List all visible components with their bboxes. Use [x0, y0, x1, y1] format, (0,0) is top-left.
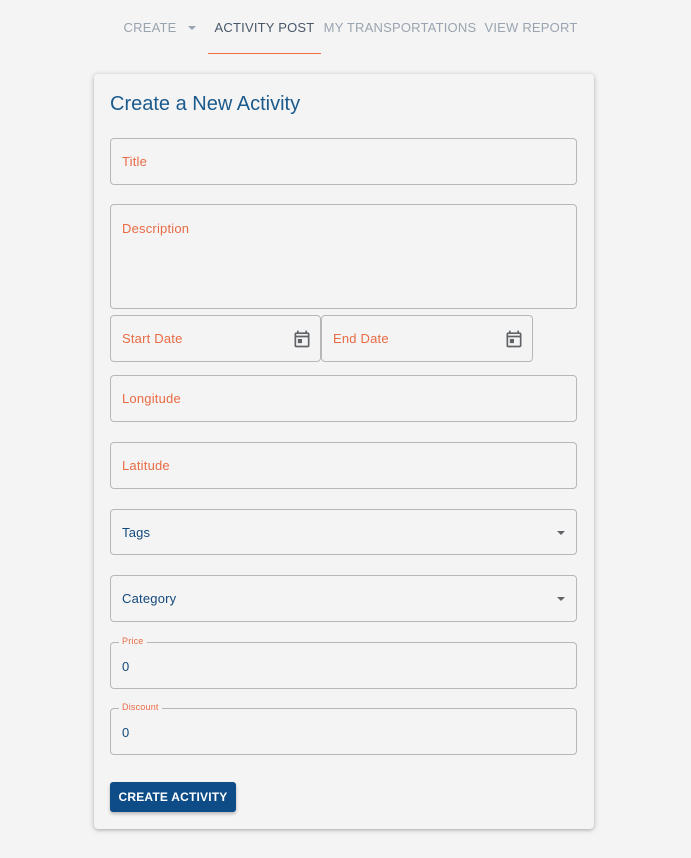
chevron-down-icon [557, 531, 565, 535]
page-title: Create a New Activity [110, 93, 301, 115]
calendar-icon[interactable] [504, 329, 524, 349]
top-nav: CREATE ACTIVITY POST MY TRANSPORTATIONS … [0, 0, 691, 54]
tab-my-transportations[interactable]: MY TRANSPORTATIONS [321, 0, 479, 54]
create-activity-card: Create a New Activity Title Description … [94, 74, 594, 829]
start-date-field-label: Start Date [122, 331, 183, 346]
start-date-field[interactable]: Start Date [110, 315, 321, 362]
tab-create-label: CREATE [123, 19, 177, 35]
title-field-label: Title [122, 154, 148, 169]
calendar-icon[interactable] [292, 329, 312, 349]
chevron-down-icon [188, 26, 197, 30]
create-activity-button[interactable]: CREATE ACTIVITY [110, 782, 236, 812]
latitude-field-label: Latitude [122, 458, 170, 473]
price-value: 0 [122, 659, 130, 674]
longitude-field[interactable]: Longitude [110, 375, 577, 422]
chevron-down-icon [557, 597, 565, 601]
title-field[interactable]: Title [110, 138, 577, 185]
tab-view-report-label: VIEW REPORT [484, 19, 578, 35]
tab-create[interactable]: CREATE [112, 0, 208, 54]
category-select-label: Category [122, 591, 177, 606]
description-field[interactable]: Description [110, 204, 577, 309]
tab-my-transportations-label: MY TRANSPORTATIONS [323, 19, 477, 35]
latitude-field[interactable]: Latitude [110, 442, 577, 489]
discount-field[interactable]: Discount 0 [110, 702, 577, 755]
tags-select[interactable]: Tags [110, 509, 577, 555]
category-select[interactable]: Category [110, 575, 577, 622]
description-field-label: Description [122, 221, 190, 236]
price-field-label: Price [119, 636, 147, 646]
discount-field-label: Discount [119, 702, 162, 712]
discount-value: 0 [122, 725, 130, 740]
end-date-field[interactable]: End Date [321, 315, 533, 362]
tags-select-label: Tags [122, 525, 151, 540]
tab-activity-post-label: ACTIVITY POST [214, 19, 315, 35]
end-date-field-label: End Date [333, 331, 389, 346]
tab-view-report[interactable]: VIEW REPORT [479, 0, 583, 54]
tab-activity-post[interactable]: ACTIVITY POST [208, 0, 321, 54]
longitude-field-label: Longitude [122, 391, 181, 406]
price-field[interactable]: Price 0 [110, 636, 577, 689]
